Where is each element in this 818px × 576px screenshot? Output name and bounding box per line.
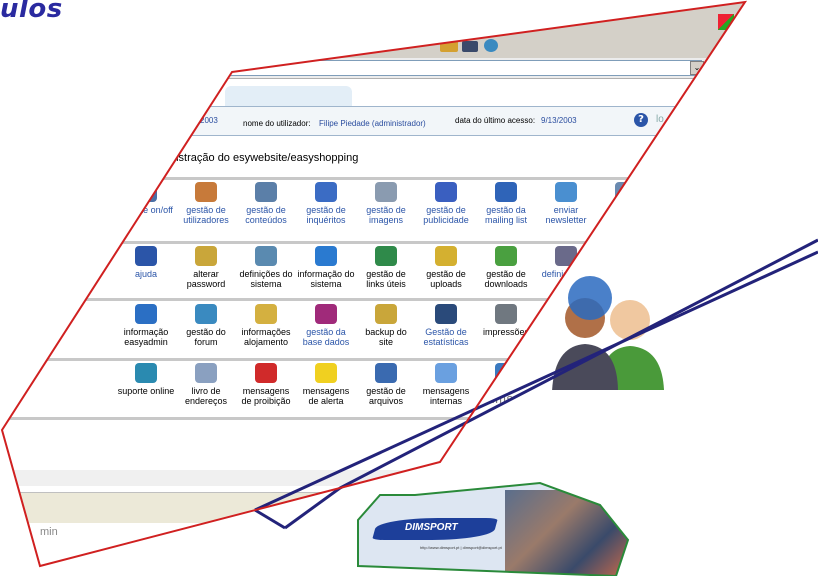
back-panel-outline xyxy=(254,250,818,512)
thumbnail-outline xyxy=(357,481,630,576)
back-panel-outline xyxy=(254,508,286,530)
page-title: ulos xyxy=(0,0,63,24)
back-panel-outline xyxy=(284,238,818,530)
panel-outlines xyxy=(0,0,818,576)
main-panel-outline xyxy=(0,0,748,568)
